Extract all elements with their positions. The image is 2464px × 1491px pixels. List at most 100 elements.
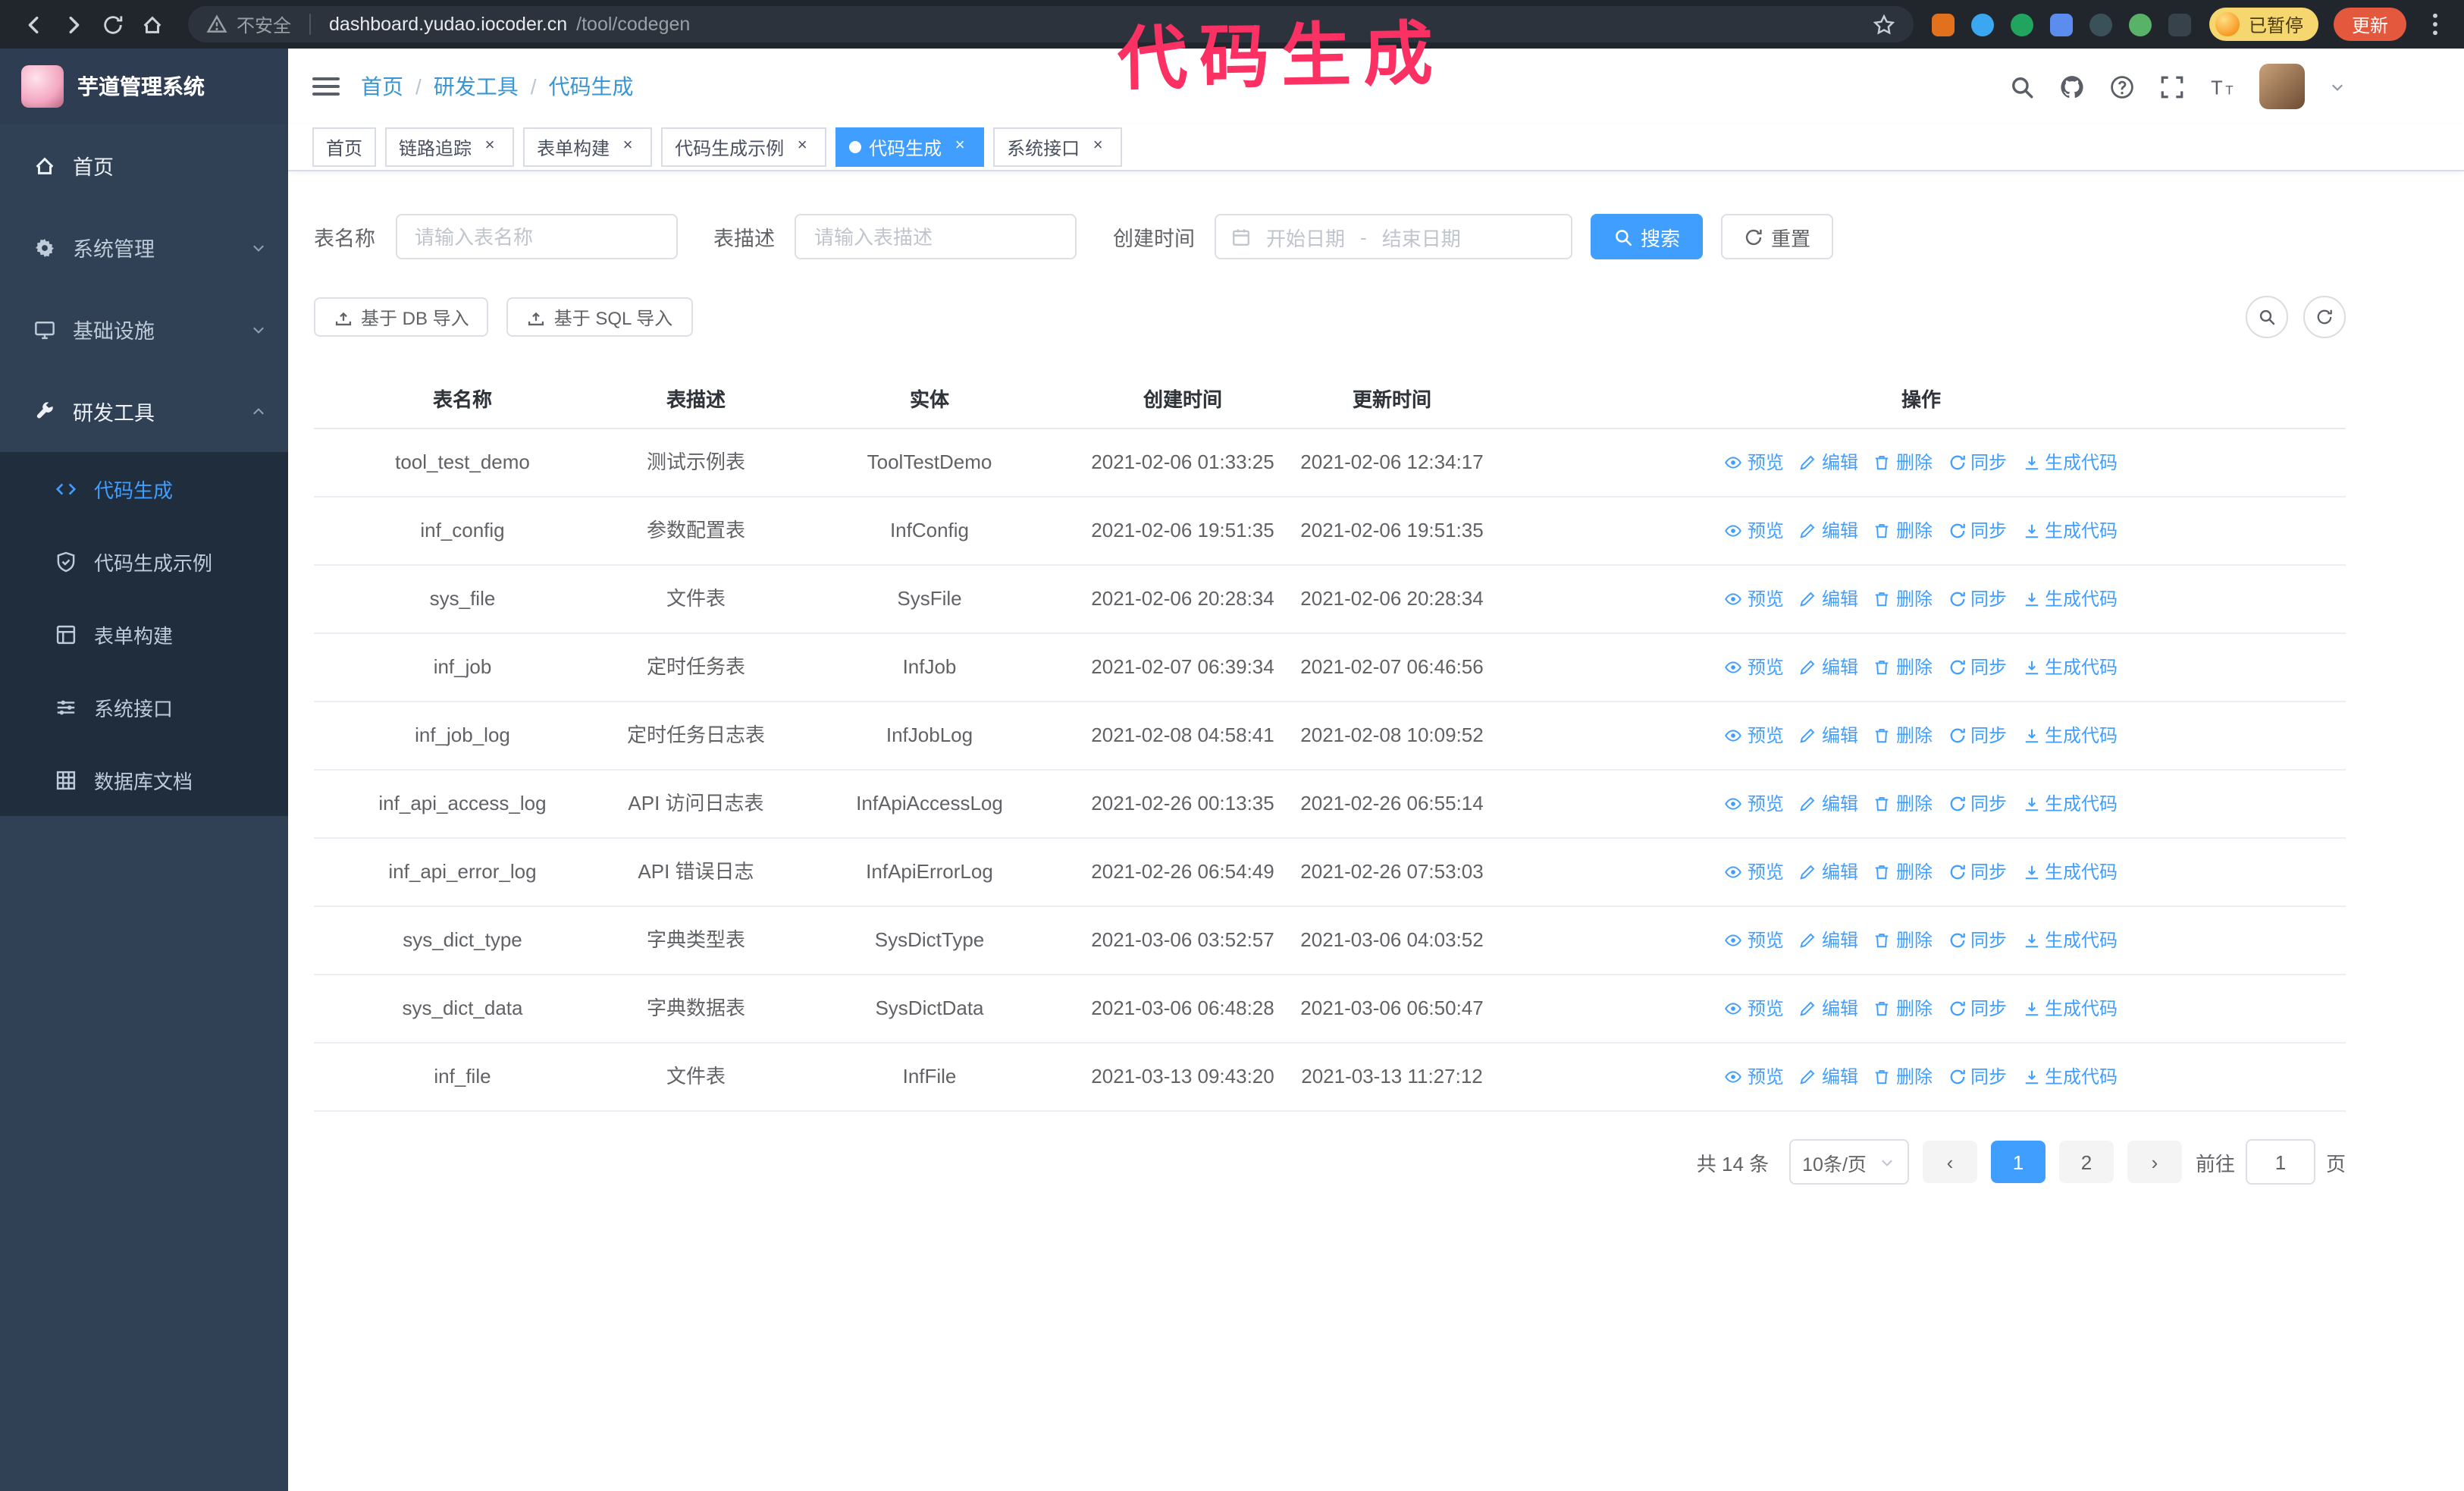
ext-7-icon[interactable] <box>2168 13 2191 36</box>
tab-form-builder[interactable]: 表单构建 × <box>523 127 653 167</box>
action-preview-link[interactable]: 预览 <box>1725 1063 1784 1091</box>
sidebar-item-infra[interactable]: 基础设施 <box>0 288 288 370</box>
sidebar-item-system[interactable]: 系统管理 <box>0 206 288 288</box>
action-edit-link[interactable]: 编辑 <box>1799 1063 1858 1091</box>
action-sync-link[interactable]: 同步 <box>1948 1063 2007 1091</box>
action-generate-link[interactable]: 生成代码 <box>2022 1063 2118 1091</box>
action-sync-link[interactable]: 同步 <box>1948 585 2007 613</box>
tab-close-icon[interactable]: × <box>1087 137 1108 158</box>
action-preview-link[interactable]: 预览 <box>1725 449 1784 476</box>
action-delete-link[interactable]: 删除 <box>1873 927 1933 954</box>
action-delete-link[interactable]: 删除 <box>1873 654 1933 681</box>
action-delete-link[interactable]: 删除 <box>1873 449 1933 476</box>
action-delete-link[interactable]: 删除 <box>1873 722 1933 749</box>
action-sync-link[interactable]: 同步 <box>1948 927 2007 954</box>
home-button[interactable] <box>133 6 170 42</box>
action-generate-link[interactable]: 生成代码 <box>2022 859 2118 886</box>
sidebar-item-db-doc[interactable]: 数据库文档 <box>0 743 288 816</box>
action-edit-link[interactable]: 编辑 <box>1799 449 1858 476</box>
sidebar-item-form-builder[interactable]: 表单构建 <box>0 598 288 670</box>
sidebar-item-api[interactable]: 系统接口 <box>0 670 288 743</box>
breadcrumb-item-2[interactable]: 代码生成 <box>549 71 634 102</box>
toggle-search-button[interactable] <box>2246 296 2288 338</box>
tab-home[interactable]: 首页 <box>312 127 377 167</box>
breadcrumb-item-1[interactable]: 研发工具 <box>434 71 519 102</box>
browser-menu-icon[interactable] <box>2422 11 2449 38</box>
ext-3-icon[interactable] <box>2010 13 2033 36</box>
github-icon[interactable] <box>2059 74 2085 99</box>
action-sync-link[interactable]: 同步 <box>1948 517 2007 545</box>
action-generate-link[interactable]: 生成代码 <box>2022 722 2118 749</box>
sidebar-item-devtools[interactable]: 研发工具 <box>0 370 288 452</box>
action-edit-link[interactable]: 编辑 <box>1799 517 1858 545</box>
action-delete-link[interactable]: 删除 <box>1873 790 1933 818</box>
action-edit-link[interactable]: 编辑 <box>1799 654 1858 681</box>
tab-tracer[interactable]: 链路追踪 × <box>385 127 515 167</box>
action-generate-link[interactable]: 生成代码 <box>2022 517 2118 545</box>
address-bar[interactable]: 不安全 dashboard.yudao.iocoder.cn /tool/cod… <box>188 6 1914 42</box>
fullscreen-icon[interactable] <box>2159 74 2185 99</box>
goto-page-input[interactable] <box>2245 1139 2315 1185</box>
profile-chip[interactable]: 已暂停 <box>2209 8 2318 41</box>
app-logo[interactable]: 芋道管理系统 <box>0 49 288 124</box>
action-generate-link[interactable]: 生成代码 <box>2022 585 2118 613</box>
action-delete-link[interactable]: 删除 <box>1873 859 1933 886</box>
ext-1-icon[interactable] <box>1931 13 1955 36</box>
font-size-icon[interactable]: TT <box>2209 74 2235 99</box>
action-sync-link[interactable]: 同步 <box>1948 654 2007 681</box>
hamburger-icon[interactable] <box>312 77 340 96</box>
action-preview-link[interactable]: 预览 <box>1725 927 1784 954</box>
action-preview-link[interactable]: 预览 <box>1725 654 1784 681</box>
back-button[interactable] <box>15 6 52 42</box>
action-preview-link[interactable]: 预览 <box>1725 790 1784 818</box>
import-db-button[interactable]: 基于 DB 导入 <box>314 297 489 337</box>
reset-button[interactable]: 重置 <box>1721 214 1834 259</box>
action-sync-link[interactable]: 同步 <box>1948 722 2007 749</box>
table-name-input[interactable] <box>395 214 677 259</box>
action-edit-link[interactable]: 编辑 <box>1799 790 1858 818</box>
page-button-2[interactable]: 2 <box>2058 1141 2114 1183</box>
browser-update-button[interactable]: 更新 <box>2333 8 2406 41</box>
tab-close-icon[interactable]: × <box>479 137 500 158</box>
action-edit-link[interactable]: 编辑 <box>1799 927 1858 954</box>
sidebar-item-codegen[interactable]: 代码生成 <box>0 452 288 525</box>
action-preview-link[interactable]: 预览 <box>1725 995 1784 1022</box>
action-edit-link[interactable]: 编辑 <box>1799 585 1858 613</box>
ext-2-icon[interactable] <box>1970 13 1994 36</box>
action-sync-link[interactable]: 同步 <box>1948 995 2007 1022</box>
action-preview-link[interactable]: 预览 <box>1725 585 1784 613</box>
reload-button[interactable] <box>94 6 130 42</box>
page-button-1[interactable]: 1 <box>1990 1141 2045 1183</box>
action-generate-link[interactable]: 生成代码 <box>2022 449 2118 476</box>
tab-codegen[interactable]: 代码生成 × <box>835 127 985 167</box>
breadcrumb-item-0[interactable]: 首页 <box>361 71 403 102</box>
action-generate-link[interactable]: 生成代码 <box>2022 790 2118 818</box>
action-delete-link[interactable]: 删除 <box>1873 517 1933 545</box>
table-desc-input[interactable] <box>795 214 1077 259</box>
search-button[interactable]: 搜索 <box>1591 214 1704 259</box>
date-range-picker[interactable]: 开始日期 - 结束日期 <box>1215 214 1572 259</box>
refresh-table-button[interactable] <box>2303 296 2346 338</box>
action-preview-link[interactable]: 预览 <box>1725 859 1784 886</box>
forward-button[interactable] <box>55 6 91 42</box>
action-preview-link[interactable]: 预览 <box>1725 722 1784 749</box>
tab-close-icon[interactable]: × <box>792 137 813 158</box>
user-avatar[interactable] <box>2259 64 2305 109</box>
sidebar-item-codegen-demo[interactable]: 代码生成示例 <box>0 525 288 598</box>
action-preview-link[interactable]: 预览 <box>1725 517 1784 545</box>
bookmark-star-icon[interactable] <box>1873 13 1895 36</box>
action-delete-link[interactable]: 删除 <box>1873 995 1933 1022</box>
tab-close-icon[interactable]: × <box>949 137 970 158</box>
action-delete-link[interactable]: 删除 <box>1873 585 1933 613</box>
action-generate-link[interactable]: 生成代码 <box>2022 654 2118 681</box>
ext-5-icon[interactable] <box>2089 13 2112 36</box>
action-sync-link[interactable]: 同步 <box>1948 790 2007 818</box>
ext-6-icon[interactable] <box>2128 13 2152 36</box>
import-sql-button[interactable]: 基于 SQL 导入 <box>506 297 693 337</box>
action-generate-link[interactable]: 生成代码 <box>2022 927 2118 954</box>
action-generate-link[interactable]: 生成代码 <box>2022 995 2118 1022</box>
pagination-prev-button[interactable]: ‹ <box>1922 1141 1977 1183</box>
ext-4-icon[interactable] <box>2049 13 2073 36</box>
help-icon[interactable] <box>2109 74 2135 99</box>
action-sync-link[interactable]: 同步 <box>1948 859 2007 886</box>
